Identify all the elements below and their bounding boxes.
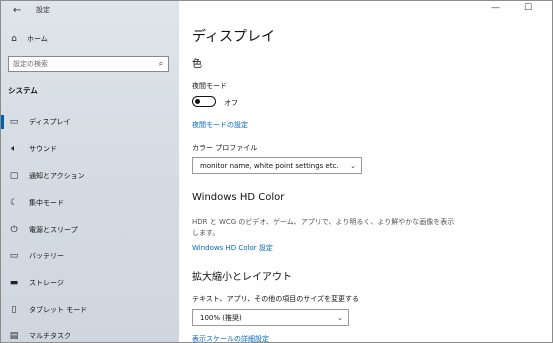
moon-icon: ☾ [9, 198, 19, 208]
sidebar-item-label: サウンド [29, 145, 57, 153]
monitor-icon: ▭ [9, 117, 19, 127]
sidebar-item-label: 集中モード [29, 199, 64, 207]
home-label: ホーム [27, 35, 48, 43]
speaker-icon: 🔈︎ [11, 144, 17, 154]
sidebar-item-sound[interactable]: 🔈︎ サウンド [1, 140, 179, 158]
section-title: システム [8, 86, 38, 95]
sidebar-item-label: マルチタスク [29, 332, 71, 340]
hd-color-heading: Windows HD Color [192, 192, 285, 203]
scale-value: 100% (推奨) [200, 313, 242, 322]
night-light-toggle[interactable] [192, 96, 216, 107]
color-heading: 色 [192, 59, 202, 70]
night-light-settings-link[interactable]: 夜間モードの設定 [192, 120, 248, 130]
back-arrow-icon[interactable]: ← [13, 5, 21, 16]
advanced-scaling-link[interactable]: 表示スケールの詳細設定 [192, 334, 269, 342]
power-icon: ⏻ [10, 225, 18, 235]
multitask-icon: ▤ [9, 331, 19, 341]
minimize-icon[interactable]: — [491, 3, 500, 13]
sidebar-item-notifications[interactable]: ▢ 通知とアクション [1, 167, 179, 185]
tablet-icon: ▯ [11, 305, 17, 315]
sidebar-item-label: ディスプレイ [29, 118, 71, 126]
color-profile-dropdown[interactable]: monitor name, white point settings etc. … [192, 157, 362, 174]
notification-icon: ▢ [9, 171, 19, 181]
chevron-down-icon: ⌄ [350, 161, 356, 170]
sidebar-item-storage[interactable]: ▬ ストレージ [1, 274, 179, 292]
scale-dropdown[interactable]: 100% (推奨) ⌄ [192, 309, 349, 326]
sidebar-item-power[interactable]: ⏻ 電源とスリープ [1, 221, 179, 239]
maximize-icon[interactable]: ☐ [524, 3, 532, 13]
toggle-knob [195, 98, 200, 104]
sidebar-item-label: ストレージ [29, 279, 64, 287]
scale-heading: 拡大縮小とレイアウト [192, 272, 292, 283]
battery-icon: ▭ [9, 251, 19, 261]
search-icon[interactable]: ⌕ [154, 59, 168, 69]
sidebar: ← 設定 ⌂ ホーム ⌕ システム ▭ ディスプレイ 🔈︎ サウンド ▢ 通知と… [1, 1, 179, 342]
sidebar-item-label: 通知とアクション [29, 172, 85, 180]
page-title: ディスプレイ [192, 29, 276, 45]
chevron-down-icon: ⌄ [337, 313, 343, 322]
settings-window: ← 設定 ⌂ ホーム ⌕ システム ▭ ディスプレイ 🔈︎ サウンド ▢ 通知と… [0, 0, 553, 343]
scale-label: テキスト、アプリ、その他の項目のサイズを変更する [192, 295, 360, 303]
main-content: — ☐ ディスプレイ 色 夜間モード オフ 夜間モードの設定 カラー プロファイ… [179, 1, 552, 342]
sidebar-item-display[interactable]: ▭ ディスプレイ [1, 113, 179, 131]
sidebar-item-multitasking[interactable]: ▤ マルチタスク [1, 327, 179, 342]
search-box[interactable]: ⌕ [8, 56, 169, 72]
hd-color-description: HDR と WCG のビデオ、ゲーム、アプリで、より明るく、より鮮やかな画像を表… [192, 218, 455, 237]
hd-color-settings-link[interactable]: Windows HD Color 設定 [192, 243, 273, 253]
home-icon: ⌂ [11, 34, 17, 44]
sidebar-item-tablet[interactable]: ▯ タブレット モード [1, 301, 179, 319]
night-light-state: オフ [224, 99, 238, 107]
app-title: 設定 [36, 6, 50, 14]
storage-icon: ▬ [9, 278, 19, 288]
sidebar-item-label: 電源とスリープ [29, 226, 78, 234]
sidebar-item-label: タブレット モード [29, 306, 88, 314]
sidebar-item-focus[interactable]: ☾ 集中モード [1, 194, 179, 212]
color-profile-label: カラー プロファイル [192, 144, 258, 152]
home-nav-item[interactable]: ⌂ ホーム [1, 31, 179, 47]
night-light-label: 夜間モード [192, 82, 227, 90]
search-input[interactable] [9, 60, 143, 68]
sidebar-item-label: バッテリー [29, 252, 64, 260]
sidebar-item-battery[interactable]: ▭ バッテリー [1, 247, 179, 265]
color-profile-value: monitor name, white point settings etc. [200, 161, 339, 170]
